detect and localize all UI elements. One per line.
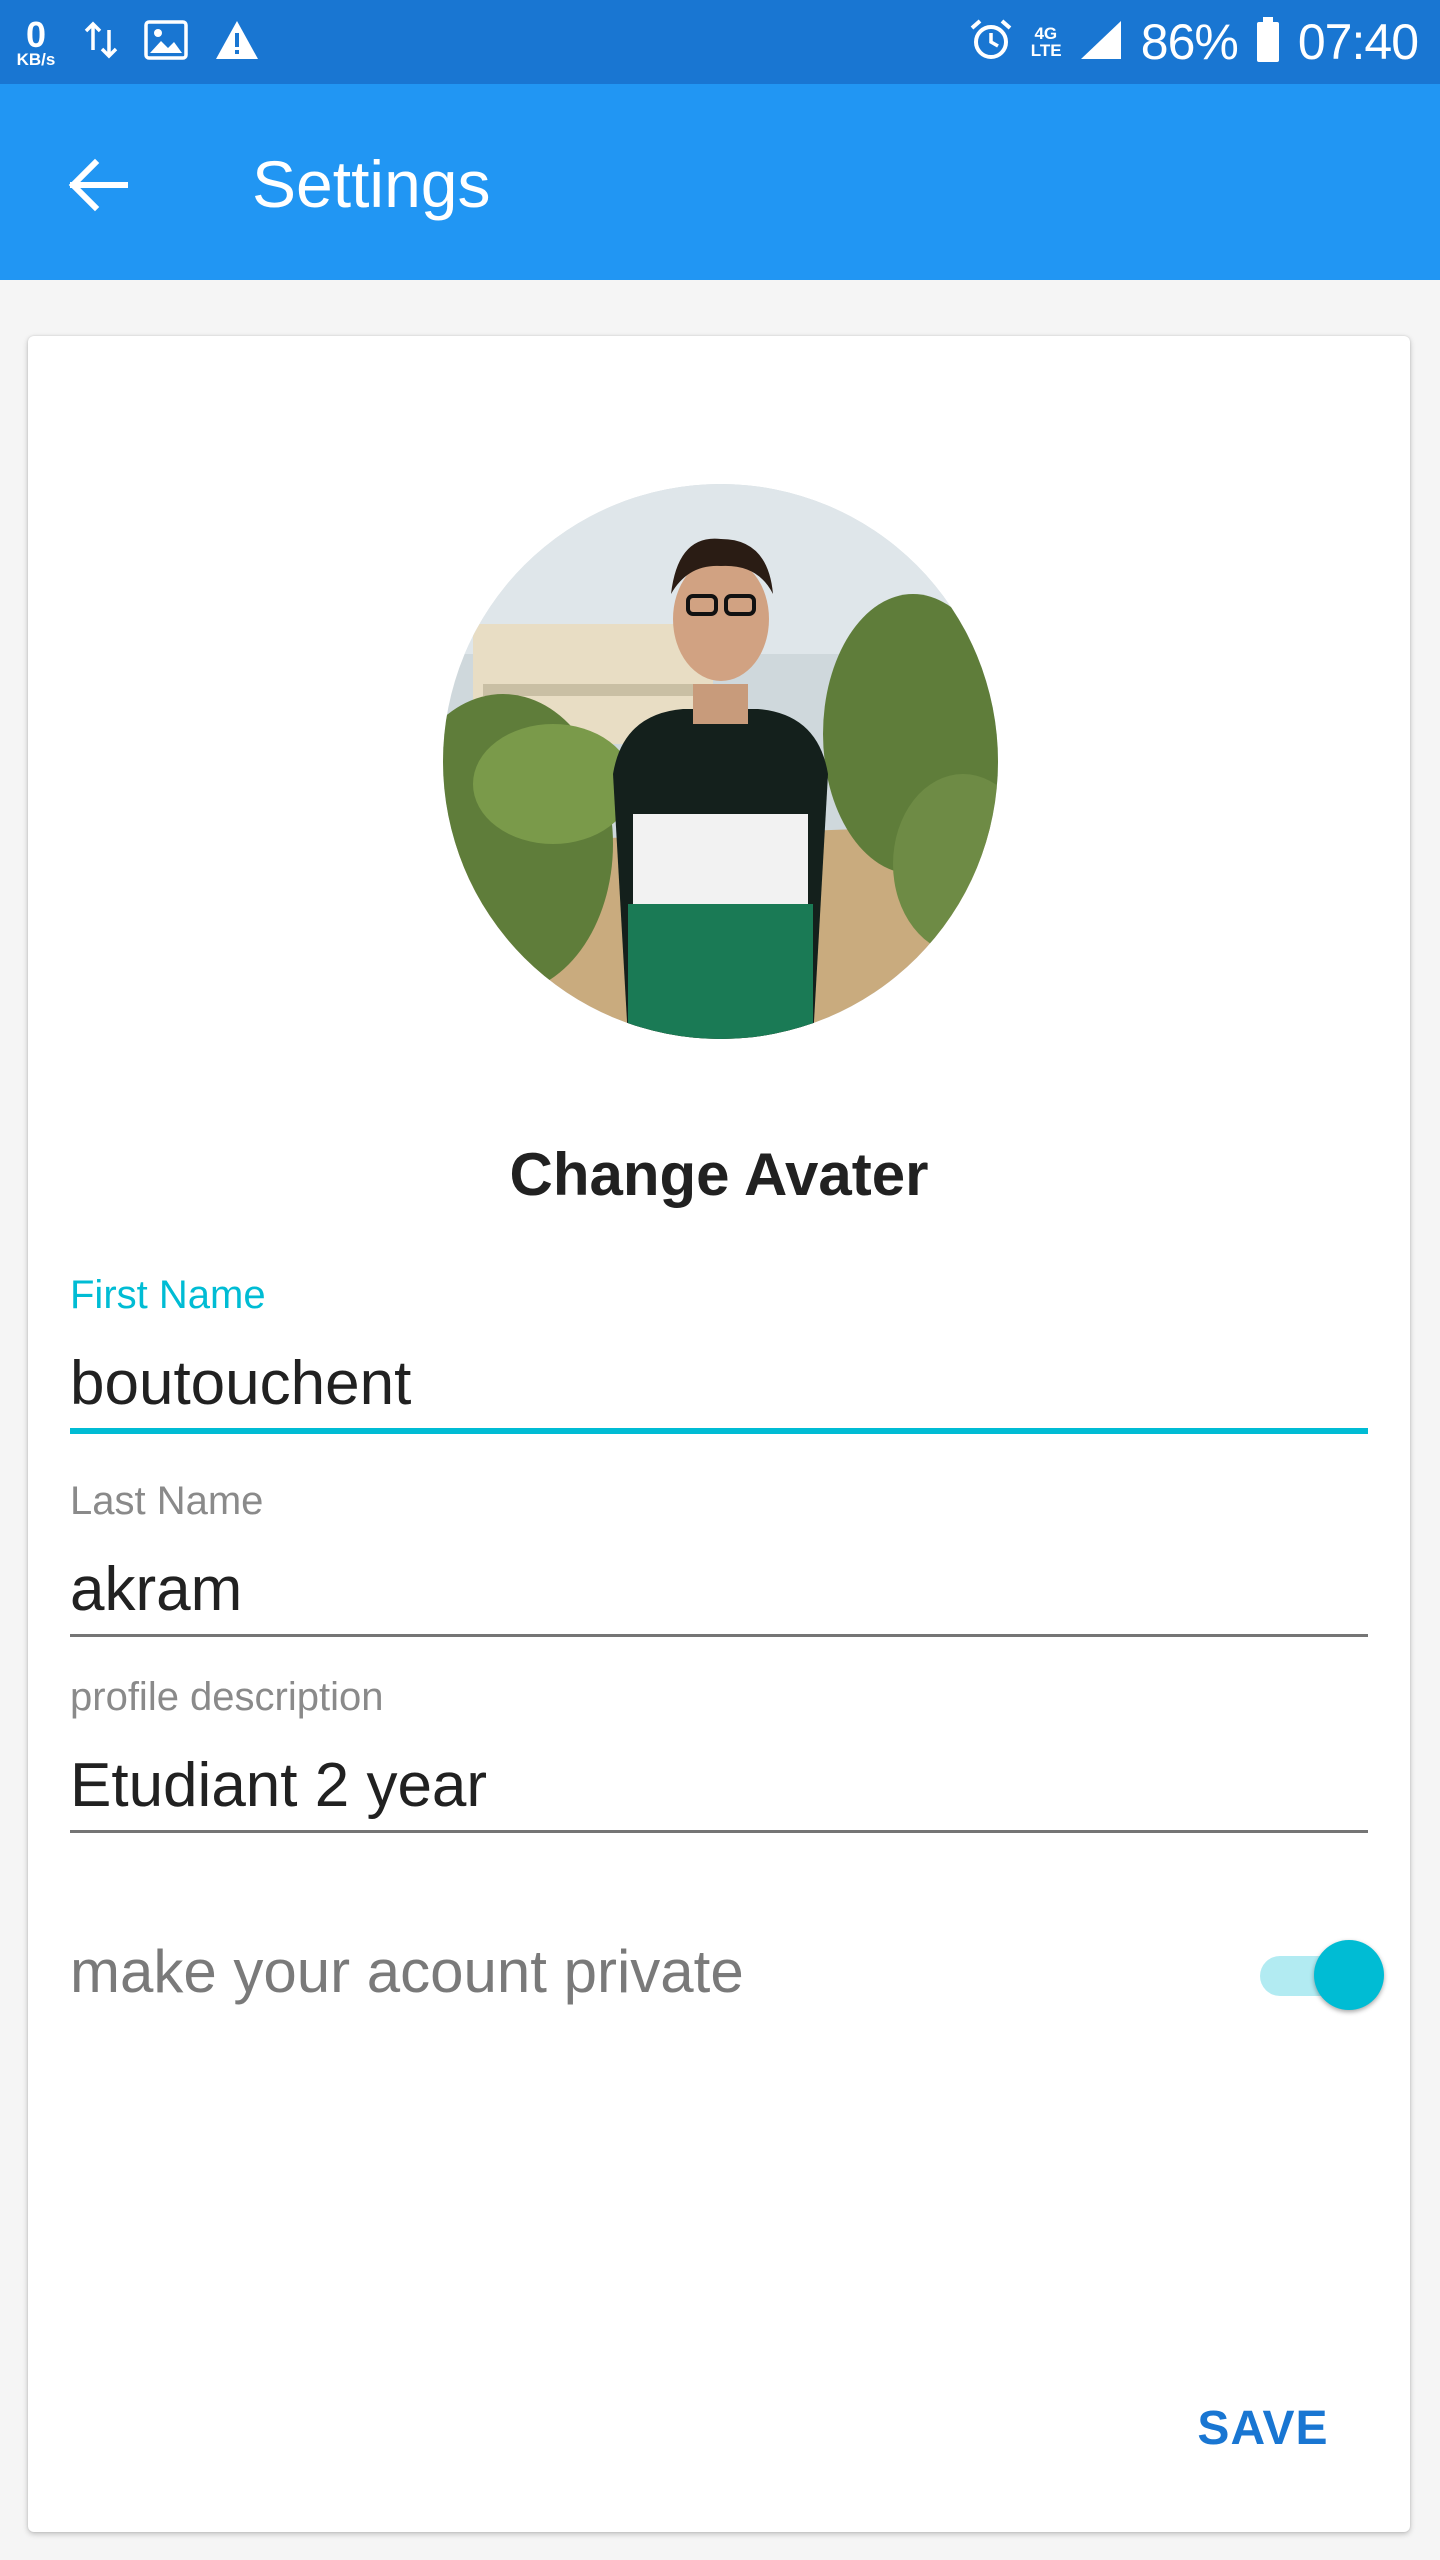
settings-card: Change Avater First Name Last Name profi… (28, 336, 1410, 2532)
toggle-thumb (1314, 1940, 1384, 2010)
last-name-input[interactable] (70, 1550, 1368, 1630)
description-underline (70, 1830, 1368, 1833)
private-account-label: make your acount private (70, 1938, 744, 2005)
lte-icon: 4G LTE (1030, 24, 1062, 60)
last-name-underline (70, 1634, 1368, 1637)
change-avatar-label[interactable]: Change Avater (28, 1140, 1410, 1209)
description-field-group: profile description (70, 1674, 1368, 1833)
signal-icon (1079, 19, 1123, 66)
description-label: profile description (70, 1675, 384, 1719)
image-icon (144, 19, 188, 65)
back-button[interactable] (52, 142, 142, 232)
net-speed-unit: KB/s (16, 49, 56, 69)
last-name-label: Last Name (70, 1479, 264, 1523)
page-title: Settings (252, 147, 491, 221)
clock: 07:40 (1297, 14, 1419, 70)
warning-icon (214, 19, 260, 66)
app-bar: Settings (0, 84, 1440, 280)
description-input[interactable] (70, 1746, 1368, 1826)
save-button[interactable]: SAVE (1178, 2384, 1348, 2474)
status-bar-left: 0 KB/s (14, 0, 260, 84)
alarm-icon (969, 18, 1013, 67)
net-speed: 0 KB/s (14, 13, 58, 69)
avatar[interactable] (443, 484, 998, 1039)
battery-percent: 86% (1140, 14, 1239, 70)
arrow-left-icon (65, 157, 129, 218)
net-speed-value: 0 (25, 13, 47, 55)
status-bar-right: 4G LTE 86% 07:40 (969, 0, 1419, 84)
first-name-input[interactable] (70, 1344, 1368, 1424)
private-account-toggle[interactable] (1236, 1934, 1386, 2014)
first-name-field-group: First Name (70, 1272, 1368, 1434)
data-transfer-icon (84, 20, 118, 65)
last-name-field-group: Last Name (70, 1478, 1368, 1637)
first-name-label: First Name (70, 1273, 266, 1317)
avatar-photo (443, 484, 998, 1039)
first-name-underline (70, 1428, 1368, 1434)
status-bar: 0 KB/s 4G LTE 86% 07:40 (0, 0, 1440, 84)
battery-icon (1256, 16, 1280, 68)
